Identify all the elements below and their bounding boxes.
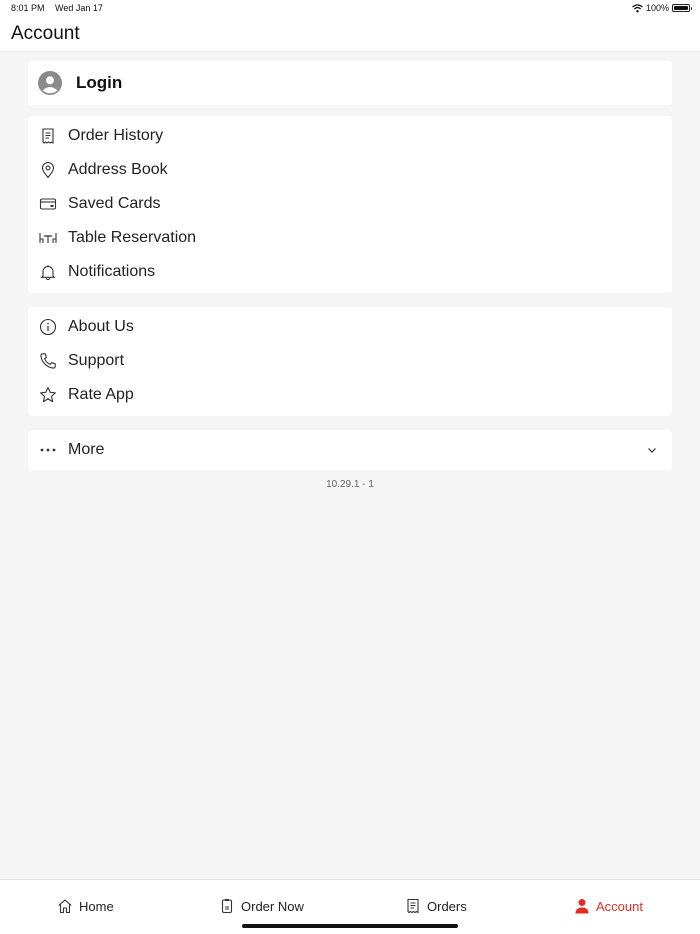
info-icon (39, 318, 57, 336)
page-title: Account (11, 23, 80, 44)
orders-icon (407, 898, 419, 914)
menu-item-label: About Us (68, 318, 134, 335)
chevron-down-icon[interactable] (646, 444, 658, 456)
login-label: Login (76, 73, 123, 92)
menu-item-about-us[interactable]: About Us (28, 310, 672, 344)
menu-item-label: Order History (68, 127, 164, 144)
more-toggle[interactable]: More (28, 433, 672, 467)
more-label: More (68, 441, 105, 458)
location-pin-icon (41, 162, 55, 179)
account-icon (575, 899, 589, 914)
wifi-icon (632, 3, 643, 12)
menu-item-support[interactable]: Support (28, 344, 672, 378)
info-menu-section: About Us Support Rate App (28, 307, 672, 416)
tab-label: Account (596, 898, 643, 914)
status-time: 8:01 PM (11, 3, 45, 13)
battery-icon (672, 4, 692, 12)
menu-item-order-history[interactable]: Order History (28, 119, 672, 153)
menu-item-label: Table Reservation (68, 229, 197, 246)
tab-label: Orders (427, 898, 467, 914)
home-indicator[interactable] (242, 924, 458, 928)
status-bar: 8:01 PM Wed Jan 17 100% (0, 0, 700, 18)
credit-card-icon (39, 198, 57, 210)
receipt-icon (42, 128, 54, 145)
battery-percent: 100% (645, 3, 669, 13)
status-left: 8:01 PM Wed Jan 17 (11, 3, 111, 13)
order-now-icon (221, 899, 233, 914)
account-menu-section: Order History Address Book Saved Cards T… (28, 116, 672, 293)
bell-icon (40, 265, 56, 281)
tab-label: Home (79, 898, 114, 914)
tab-orders[interactable]: Orders (405, 896, 467, 916)
status-date: Wed Jan 17 (55, 3, 103, 13)
tab-order-now[interactable]: Order Now (219, 896, 304, 916)
table-icon (39, 233, 57, 243)
home-icon (58, 899, 72, 914)
menu-item-notifications[interactable]: Notifications (28, 255, 672, 289)
tab-account[interactable]: Account (574, 896, 643, 916)
tab-home[interactable]: Home (57, 896, 114, 916)
app-version: 10.29.1 - 1 (326, 479, 374, 490)
menu-item-label: Notifications (68, 263, 156, 280)
more-section[interactable]: More (28, 430, 672, 470)
menu-item-saved-cards[interactable]: Saved Cards (28, 187, 672, 221)
menu-item-label: Support (68, 352, 125, 369)
menu-item-address-book[interactable]: Address Book (28, 153, 672, 187)
menu-item-label: Saved Cards (68, 195, 161, 212)
menu-item-table-reservation[interactable]: Table Reservation (28, 221, 672, 255)
menu-item-rate-app[interactable]: Rate App (28, 378, 672, 412)
menu-item-label: Address Book (68, 161, 168, 178)
avatar-icon (38, 71, 62, 95)
menu-item-label: Rate App (68, 386, 134, 403)
page-header: Account (0, 18, 700, 52)
login-card[interactable]: Login (28, 61, 672, 105)
star-icon (40, 386, 56, 403)
tab-label: Order Now (241, 898, 304, 914)
phone-icon (40, 353, 56, 369)
more-dots-icon (40, 448, 56, 452)
status-right: 100% (632, 3, 692, 13)
